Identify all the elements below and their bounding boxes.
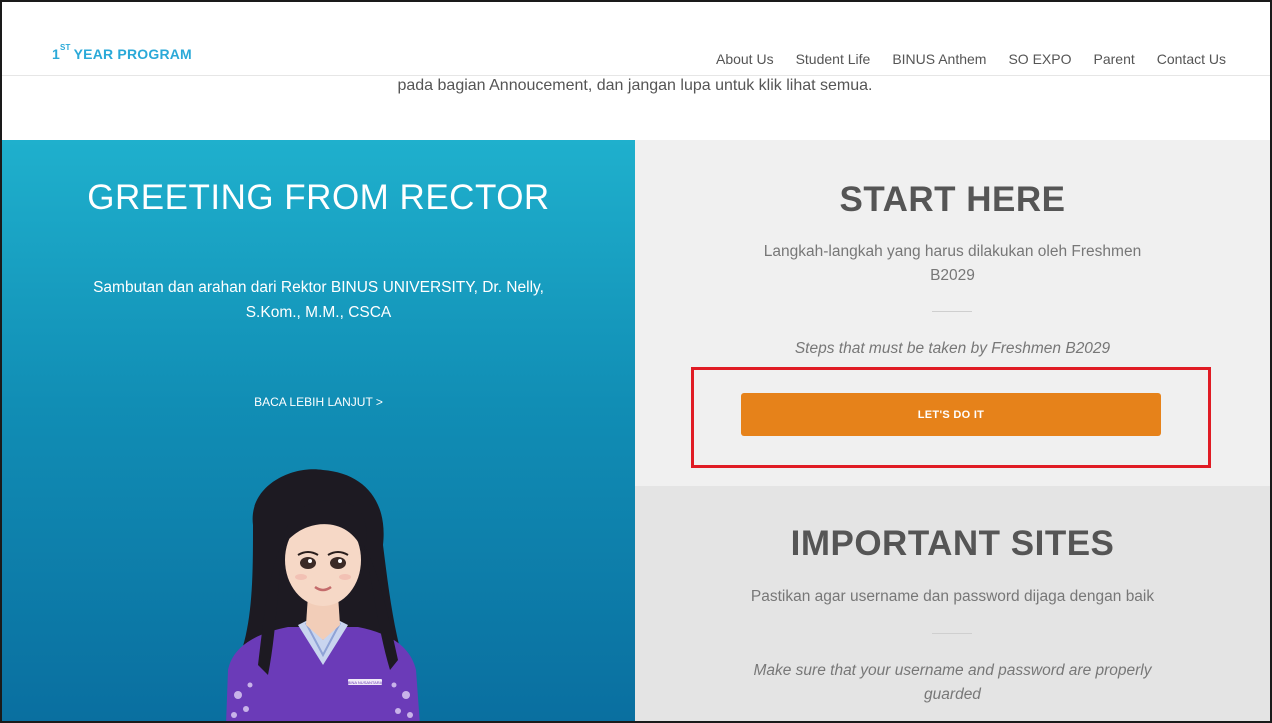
greeting-subtitle: Sambutan dan arahan dari Rektor BINUS UN… <box>93 279 544 321</box>
rector-avatar-illustration: BINA NUSANTARA <box>226 469 420 721</box>
highlight-box <box>691 367 1211 468</box>
nav-so-expo[interactable]: SO EXPO <box>1008 51 1071 67</box>
start-here-text-id: Langkah-langkah yang harus dilakukan ole… <box>763 243 1142 284</box>
greeting-title: GREETING FROM RECTOR <box>87 178 550 217</box>
read-more-link[interactable]: BACA LEBIH LANJUT > <box>2 395 635 409</box>
nav-binus-anthem[interactable]: BINUS Anthem <box>892 51 986 67</box>
announcement-line: pada bagian Annoucement, dan jangan lupa… <box>397 77 873 94</box>
important-sites-title: IMPORTANT SITES <box>790 524 1115 563</box>
important-sites-text-id: Pastikan agar username dan password dija… <box>750 588 1155 605</box>
greeting-panel: GREETING FROM RECTOR Sambutan dan arahan… <box>2 140 635 721</box>
nav-contact-us[interactable]: Contact Us <box>1157 51 1226 67</box>
logo-superscript: ST <box>60 43 71 53</box>
nav-student-life[interactable]: Student Life <box>796 51 871 67</box>
start-here-divider <box>932 311 972 312</box>
nav-parent[interactable]: Parent <box>1094 51 1135 67</box>
important-sites-panel: IMPORTANT SITES Pastikan agar username d… <box>635 486 1270 721</box>
logo-prefix: 1 <box>52 46 60 62</box>
important-sites-divider <box>932 633 972 634</box>
start-here-text-en: Steps that must be taken by Freshmen B20… <box>794 340 1111 357</box>
logo-text: YEAR PROGRAM <box>73 46 192 62</box>
start-here-title: START HERE <box>839 180 1066 219</box>
main-nav: About Us Student Life BINUS Anthem SO EX… <box>716 51 1226 67</box>
nav-about-us[interactable]: About Us <box>716 51 774 67</box>
jacket-badge-text: BINA NUSANTARA <box>348 680 383 685</box>
important-sites-text-en: Make sure that your username and passwor… <box>753 662 1152 703</box>
announcement-text: pada bagian Annoucement, dan jangan lupa… <box>0 77 1272 95</box>
site-logo[interactable]: 1ST YEAR PROGRAM <box>52 43 192 62</box>
top-navbar: 1ST YEAR PROGRAM About Us Student Life BI… <box>2 2 1270 76</box>
